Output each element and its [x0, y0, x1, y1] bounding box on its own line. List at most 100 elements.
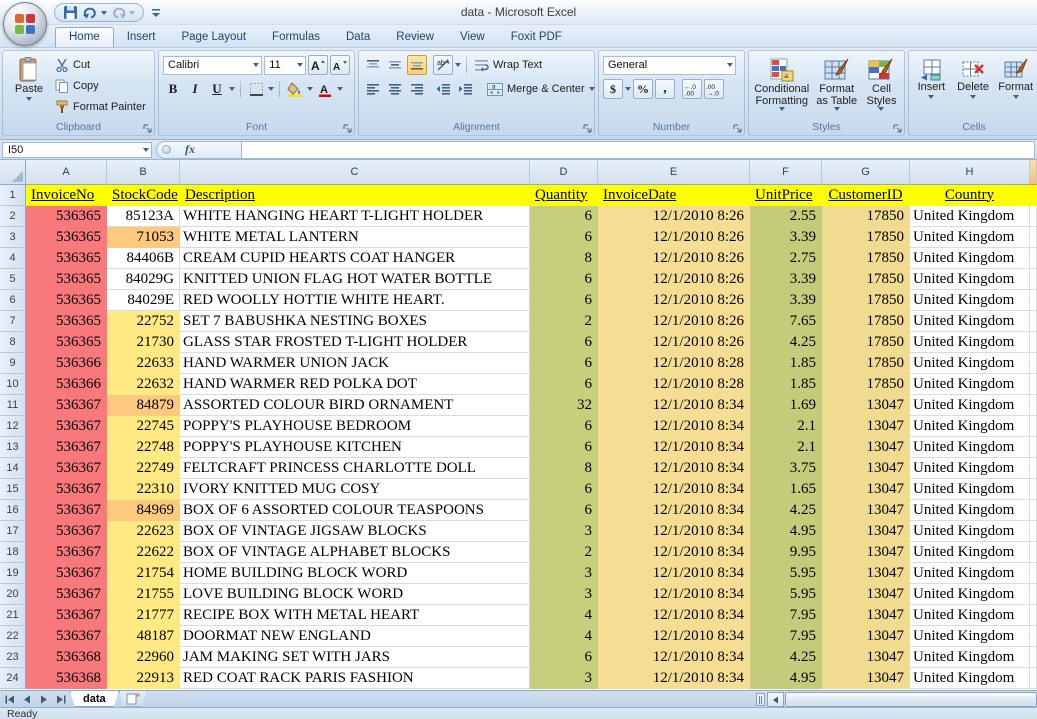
column-header-E[interactable]: E [598, 160, 750, 185]
cell-invoice_no-row9[interactable]: 536366 [26, 353, 107, 374]
cell-invoice_no-row16[interactable]: 536367 [26, 500, 107, 521]
row-header-13[interactable]: 13 [0, 437, 26, 458]
column-header-G[interactable]: G [822, 160, 910, 185]
cell-quantity-row16[interactable]: 6 [530, 500, 598, 521]
row-header-8[interactable]: 8 [0, 332, 26, 353]
cell-stock_code-row19[interactable]: 21754 [107, 563, 180, 584]
cell-partial-row16[interactable] [1030, 500, 1037, 521]
row-header-18[interactable]: 18 [0, 542, 26, 563]
cell-invoice_no-row24[interactable]: 536368 [26, 668, 107, 689]
cell-customer_id-row17[interactable]: 13047 [822, 521, 910, 542]
row-header-20[interactable]: 20 [0, 584, 26, 605]
grow-font-icon[interactable]: A [308, 55, 328, 75]
decrease-decimal-icon[interactable]: .00→.0 [704, 79, 724, 99]
delete-cells-dropdown-arrow[interactable] [970, 95, 976, 99]
cell-unit_price-row15[interactable]: 1.65 [750, 479, 822, 500]
cell-partial-row8[interactable] [1030, 332, 1037, 353]
align-middle-icon[interactable] [385, 55, 405, 75]
cell-description-row5[interactable]: KNITTED UNION FLAG HOT WATER BOTTLE [180, 269, 530, 290]
number-format-combo[interactable]: General [603, 56, 736, 75]
cell-customer_id-row18[interactable]: 13047 [822, 542, 910, 563]
cell-stock_code-row12[interactable]: 22745 [107, 416, 180, 437]
cell-invoice_date-row4[interactable]: 12/1/2010 8:26 [598, 248, 750, 269]
cell-invoice_no-row8[interactable]: 536365 [26, 332, 107, 353]
conditional-formatting-button[interactable]: ≡ Conditional Formatting [753, 54, 810, 120]
cell-country-row23[interactable]: United Kingdom [910, 647, 1030, 668]
row-header-12[interactable]: 12 [0, 416, 26, 437]
cell-description-row13[interactable]: POPPY'S PLAYHOUSE KITCHEN [180, 437, 530, 458]
cell-partial-row23[interactable] [1030, 647, 1037, 668]
cell-stock_code-row15[interactable]: 22310 [107, 479, 180, 500]
row-header-17[interactable]: 17 [0, 521, 26, 542]
cell-stock_code-row3[interactable]: 71053 [107, 227, 180, 248]
align-right-icon[interactable] [407, 79, 427, 99]
cell-country-row4[interactable]: United Kingdom [910, 248, 1030, 269]
ribbon-tab-insert[interactable]: Insert [114, 28, 169, 47]
cell-invoice_date-row9[interactable]: 12/1/2010 8:28 [598, 353, 750, 374]
cell-invoice_date-row3[interactable]: 12/1/2010 8:26 [598, 227, 750, 248]
cell-invoice_date-row24[interactable]: 12/1/2010 8:34 [598, 668, 750, 689]
cell-customer_id-row24[interactable]: 13047 [822, 668, 910, 689]
font-size-combo[interactable]: 11 [264, 56, 306, 75]
cell-unit_price-row21[interactable]: 7.95 [750, 605, 822, 626]
cell-customer_id-row12[interactable]: 13047 [822, 416, 910, 437]
cell-invoice_no-row13[interactable]: 536367 [26, 437, 107, 458]
cell-styles-button[interactable]: Cell Styles [863, 54, 900, 120]
percent-style-button[interactable]: % [633, 79, 653, 99]
align-left-icon[interactable] [363, 79, 383, 99]
cell-country-row9[interactable]: United Kingdom [910, 353, 1030, 374]
cell-unit_price-row11[interactable]: 1.69 [750, 395, 822, 416]
cell-unit_price-row5[interactable]: 3.39 [750, 269, 822, 290]
increase-indent-icon[interactable] [455, 79, 475, 99]
cell-country-row7[interactable]: United Kingdom [910, 311, 1030, 332]
cell-customer_id-row16[interactable]: 13047 [822, 500, 910, 521]
cell-country-row20[interactable]: United Kingdom [910, 584, 1030, 605]
cell-country-row19[interactable]: United Kingdom [910, 563, 1030, 584]
cell-customer_id-row6[interactable]: 17850 [822, 290, 910, 311]
cell-invoice_no-row2[interactable]: 536365 [26, 206, 107, 227]
cell-invoice_no-row17[interactable]: 536367 [26, 521, 107, 542]
cell-description-row7[interactable]: SET 7 BABUSHKA NESTING BOXES [180, 311, 530, 332]
increase-decimal-icon[interactable]: ←.0.00 [682, 79, 702, 99]
cell-header-invoice_date[interactable]: InvoiceDate [598, 185, 750, 206]
cell-country-row11[interactable]: United Kingdom [910, 395, 1030, 416]
next-sheet-icon[interactable] [37, 693, 50, 706]
cell-country-row17[interactable]: United Kingdom [910, 521, 1030, 542]
cell-partial-row10[interactable] [1030, 374, 1037, 395]
cell-customer_id-row8[interactable]: 17850 [822, 332, 910, 353]
cell-unit_price-row14[interactable]: 3.75 [750, 458, 822, 479]
cell-quantity-row2[interactable]: 6 [530, 206, 598, 227]
cell-partial-row9[interactable] [1030, 353, 1037, 374]
row-header-3[interactable]: 3 [0, 227, 26, 248]
cell-invoice_no-row6[interactable]: 536365 [26, 290, 107, 311]
cell-quantity-row20[interactable]: 3 [530, 584, 598, 605]
cell-country-row18[interactable]: United Kingdom [910, 542, 1030, 563]
number-dialog-launcher-icon[interactable] [732, 123, 742, 133]
cell-header-country[interactable]: Country [910, 185, 1030, 206]
cell-stock_code-row22[interactable]: 48187 [107, 626, 180, 647]
format-as-table-dropdown-arrow[interactable] [834, 107, 840, 111]
column-header-F[interactable]: F [750, 160, 822, 185]
cell-invoice_date-row20[interactable]: 12/1/2010 8:34 [598, 584, 750, 605]
cell-invoice_date-row5[interactable]: 12/1/2010 8:26 [598, 269, 750, 290]
cell-country-row16[interactable]: United Kingdom [910, 500, 1030, 521]
font-dialog-launcher-icon[interactable] [342, 123, 352, 133]
cell-stock_code-row14[interactable]: 22749 [107, 458, 180, 479]
cell-country-row2[interactable]: United Kingdom [910, 206, 1030, 227]
cell-quantity-row11[interactable]: 32 [530, 395, 598, 416]
cell-invoice_date-row15[interactable]: 12/1/2010 8:34 [598, 479, 750, 500]
cell-stock_code-row6[interactable]: 84029E [107, 290, 180, 311]
cell-customer_id-row13[interactable]: 13047 [822, 437, 910, 458]
cell-description-row19[interactable]: HOME BUILDING BLOCK WORD [180, 563, 530, 584]
office-button[interactable] [3, 2, 47, 46]
cell-customer_id-row4[interactable]: 17850 [822, 248, 910, 269]
cell-description-row11[interactable]: ASSORTED COLOUR BIRD ORNAMENT [180, 395, 530, 416]
hscroll-thumb[interactable] [785, 692, 1037, 707]
cell-partial-row7[interactable] [1030, 311, 1037, 332]
conditional-formatting-dropdown-arrow[interactable] [779, 107, 785, 111]
cell-description-row18[interactable]: BOX OF VINTAGE ALPHABET BLOCKS [180, 542, 530, 563]
cell-description-row14[interactable]: FELTCRAFT PRINCESS CHARLOTTE DOLL [180, 458, 530, 479]
cell-unit_price-row18[interactable]: 9.95 [750, 542, 822, 563]
cell-unit_price-row8[interactable]: 4.25 [750, 332, 822, 353]
cell-stock_code-row20[interactable]: 21755 [107, 584, 180, 605]
